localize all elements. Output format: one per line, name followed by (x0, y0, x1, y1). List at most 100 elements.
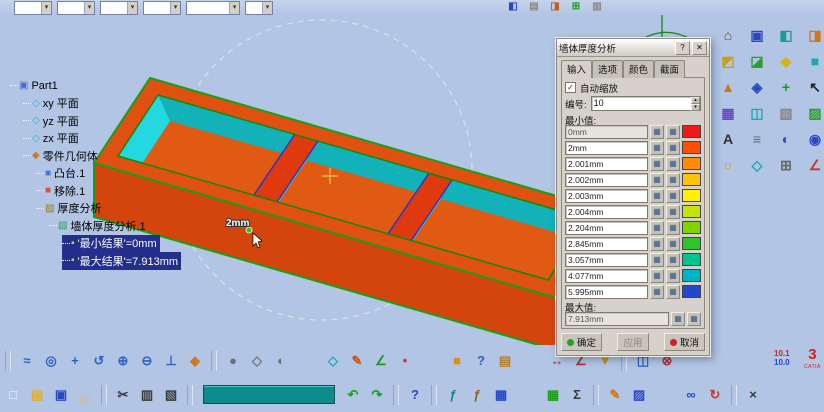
apply-button[interactable]: 应用 (617, 333, 648, 351)
row-option-button[interactable]: ▦ (687, 312, 701, 326)
tree-item-remove-1[interactable]: ■ 移除.1 (36, 182, 85, 200)
plane-tool-icon[interactable]: ◇ (322, 350, 344, 372)
row-option-button[interactable]: ▦ (666, 205, 680, 219)
tree-item-yz-plane[interactable]: ◇ yz 平面 (23, 112, 79, 130)
3d-annotation-icon[interactable]: ▨ (628, 384, 650, 406)
row-option-button[interactable]: ▦ (650, 157, 664, 171)
tab-options[interactable]: 选项 (592, 60, 623, 78)
row-option-button[interactable]: ▦ (666, 173, 680, 187)
threshold-field[interactable]: 2.204mm (565, 221, 648, 235)
threshold-field[interactable]: 2.004mm (565, 205, 648, 219)
pan-icon[interactable]: + (64, 350, 86, 372)
row-option-button[interactable]: ▦ (650, 269, 664, 283)
link-icon[interactable]: ∞ (680, 384, 702, 406)
color-swatch[interactable] (682, 189, 701, 202)
row-option-button[interactable]: ▦ (650, 285, 664, 299)
view-mode-icon[interactable]: ◧ (505, 0, 521, 14)
row-option-button[interactable]: ▦ (666, 189, 680, 203)
cut-icon[interactable]: ✂ (112, 384, 134, 406)
wireframe-view-icon[interactable]: ◇ (246, 350, 268, 372)
color-swatch[interactable] (682, 269, 701, 282)
threshold-field[interactable]: 4.077mm (565, 269, 648, 283)
toolbar-combo-2[interactable]: ▾ (57, 1, 95, 15)
color-swatch[interactable] (682, 285, 701, 298)
color-swatch[interactable] (682, 173, 701, 186)
draft-tool-icon[interactable]: ▲ (716, 76, 740, 99)
toolbar-combo-5[interactable]: ▾ (186, 1, 240, 15)
row-option-button[interactable]: ▦ (666, 157, 680, 171)
dialog-titlebar[interactable]: 墙体厚度分析 ? ✕ (557, 39, 709, 57)
row-option-button[interactable]: ▦ (671, 312, 685, 326)
dropdown-arrow-icon[interactable]: ▾ (262, 2, 272, 14)
toolbar-gap[interactable] (652, 384, 678, 406)
graph-icon[interactable]: ▦ (490, 384, 512, 406)
layer-icon[interactable]: ≡ (745, 128, 769, 151)
new-file-icon[interactable]: □ (2, 384, 24, 406)
toolbar-gap[interactable] (514, 384, 540, 406)
dropdown-arrow-icon[interactable]: ▾ (84, 2, 94, 14)
separator[interactable] (101, 385, 107, 405)
fx-icon[interactable]: ƒ (442, 384, 464, 406)
shaft-tool-icon[interactable]: ◪ (745, 50, 769, 73)
autoscale-checkbox[interactable]: ✓ (565, 82, 576, 93)
rotate-icon[interactable]: ↺ (88, 350, 110, 372)
copy-icon[interactable]: ▥ (136, 384, 158, 406)
pattern-icon[interactable]: ▦ (716, 102, 740, 125)
swap-visible-icon[interactable]: ◐ (774, 128, 798, 151)
part-design-icon[interactable]: ◧ (774, 24, 798, 47)
color-swatch[interactable] (682, 125, 701, 138)
axis-system-icon[interactable]: ∠ (370, 350, 392, 372)
exit-icon[interactable]: × (742, 384, 764, 406)
separator[interactable] (211, 351, 217, 371)
point-tool-icon[interactable]: • (394, 350, 416, 372)
workbench-icon[interactable]: ⌂ (716, 24, 740, 47)
separator[interactable] (5, 351, 11, 371)
tree-item-pad-1[interactable]: ■ 凸台.1 (36, 165, 85, 183)
fillet-tool-icon[interactable]: ◆ (774, 50, 798, 73)
color-swatch[interactable] (682, 221, 701, 234)
cube-view-icon[interactable]: ■ (446, 350, 468, 372)
update-icon[interactable]: ↻ (704, 384, 726, 406)
tree-item-max-result[interactable]: ▪ '最大结果'=7.913mm (62, 252, 181, 270)
knowledge-inspector-icon[interactable]: ƒ (466, 384, 488, 406)
iso-view-icon[interactable]: ◆ (184, 350, 206, 372)
zoom-in-icon[interactable]: ⊕ (112, 350, 134, 372)
chamfer-tool-icon[interactable]: ■ (803, 50, 824, 73)
hide-show-icon[interactable]: ◐ (270, 350, 292, 372)
row-option-button[interactable]: ▦ (666, 125, 680, 139)
shaded-view-icon[interactable]: ● (222, 350, 244, 372)
grid-icon[interactable]: ⊞ (774, 154, 798, 177)
dropdown-arrow-icon[interactable]: ▾ (229, 2, 239, 14)
fly-mode-icon[interactable]: ≈ (16, 350, 38, 372)
toolbar-combo-4[interactable]: ▾ (143, 1, 181, 15)
threshold-field[interactable]: 2.002mm (565, 173, 648, 187)
tab-colors[interactable]: 颜色 (623, 60, 654, 78)
ruler-icon[interactable]: ▥ (589, 0, 605, 14)
dropdown-arrow-icon[interactable]: ▾ (127, 2, 137, 14)
row-option-button[interactable]: ▦ (666, 285, 680, 299)
paint-icon[interactable]: ◨ (547, 0, 563, 14)
count-input[interactable]: 10 ▴ ▾ (591, 96, 701, 111)
row-option-button[interactable]: ▦ (666, 269, 680, 283)
tab-input[interactable]: 输入 (561, 60, 592, 78)
sketch-tool-icon[interactable]: ✎ (346, 350, 368, 372)
toolbar-gap[interactable] (418, 350, 444, 372)
open-folder-icon[interactable]: ▤ (26, 384, 48, 406)
separator[interactable] (187, 385, 193, 405)
color-swatch[interactable] (682, 157, 701, 170)
threshold-field[interactable]: 2.845mm (565, 237, 648, 251)
spin-up-icon[interactable]: ▴ (691, 97, 700, 104)
formula-icon[interactable]: Σ (566, 384, 588, 406)
dropdown-arrow-icon[interactable]: ▾ (41, 2, 51, 14)
magnifier-icon[interactable]: ◉ (803, 128, 824, 151)
depth-effect-icon[interactable]: ◇ (745, 154, 769, 177)
toolbar-combo-3[interactable]: ▾ (100, 1, 138, 15)
design-table-icon[interactable]: ▦ (542, 384, 564, 406)
row-option-button[interactable]: ▦ (650, 221, 664, 235)
row-option-button[interactable]: ▦ (666, 221, 680, 235)
axis-icon[interactable]: ∠ (803, 154, 824, 177)
annotation-pen-icon[interactable]: ✎ (604, 384, 626, 406)
toolbar-gap[interactable] (294, 350, 320, 372)
row-option-button[interactable]: ▦ (666, 237, 680, 251)
separator[interactable] (393, 385, 399, 405)
